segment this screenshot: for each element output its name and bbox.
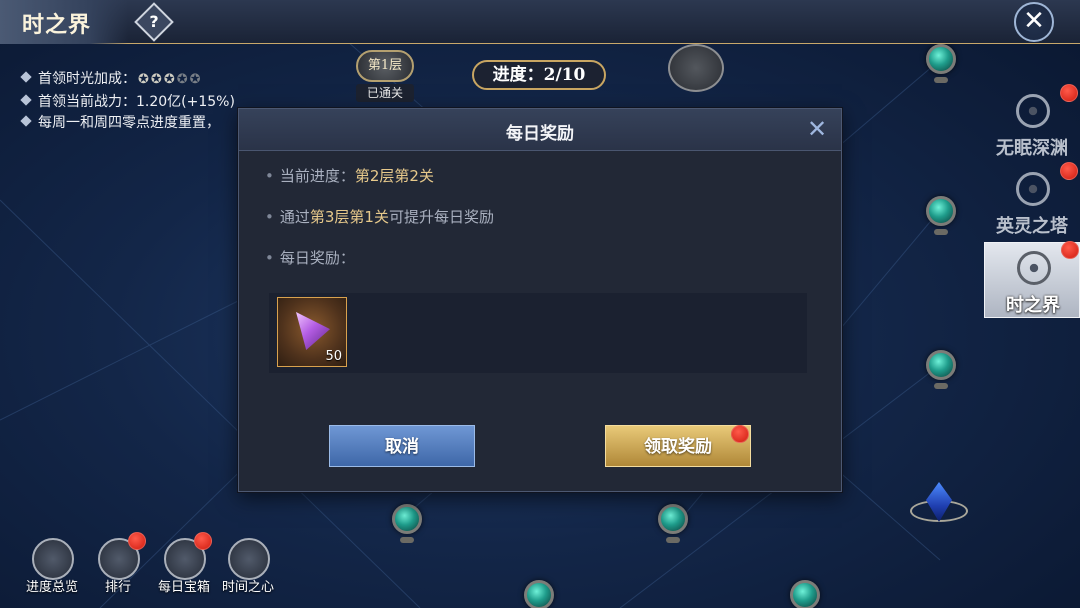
map-node[interactable]: [926, 196, 956, 235]
star-icon: ✪: [163, 72, 175, 87]
spiral-icon: [1017, 251, 1051, 285]
scroll-icon: [32, 538, 74, 580]
progress-indicator: 进度：2/10: [472, 60, 606, 90]
daily-reward-dialog: 每日奖励 ✕ • 当前进度：第2层第2关 • 通过第3层第1关可提升每日奖励 • 每日…: [238, 108, 842, 492]
tab-hero-spirit-tower[interactable]: 英灵之塔: [984, 162, 1080, 240]
star-rating: ✪ ✪ ✪ ✪ ✪: [136, 71, 201, 87]
bullet-icon: •: [265, 208, 274, 226]
cancel-button[interactable]: 取消: [329, 425, 475, 467]
boss-time-bonus: 首领时光加成： ✪ ✪ ✪ ✪ ✪: [20, 68, 201, 88]
daily-reward-label-line: • 每日奖励：: [265, 247, 355, 268]
star-icon: ✪: [138, 72, 149, 87]
boss-power: 首领当前战力：1.20亿(+15%): [20, 91, 235, 111]
map-node[interactable]: [524, 580, 554, 608]
map-node[interactable]: [392, 504, 422, 543]
star-icon: ✪: [150, 72, 162, 87]
tip-prefix: 通过: [279, 208, 310, 226]
dialog-header: 每日奖励 ✕: [239, 109, 841, 151]
reset-notice-text: 每周一和周四零点进度重置，: [38, 115, 220, 131]
close-icon[interactable]: ✕: [1014, 2, 1054, 42]
star-icon: ✪: [189, 72, 201, 87]
reward-item-count: 50: [325, 349, 342, 364]
tab-label: 无眠深渊: [996, 138, 1068, 159]
bullet-icon: [20, 94, 32, 106]
boss-time-bonus-label: 首领时光加成：: [38, 71, 136, 87]
notification-dot: [1061, 241, 1079, 259]
ranking-button[interactable]: 排行: [86, 530, 150, 600]
daily-reward-label: 每日奖励：: [279, 249, 355, 267]
current-progress-label: 当前进度：: [279, 167, 355, 185]
button-label: 排行: [104, 580, 131, 595]
map-node[interactable]: [790, 580, 820, 608]
bullet-icon: •: [265, 167, 274, 185]
tip-target: 第3层第1关: [309, 208, 389, 226]
tab-sleepless-abyss[interactable]: 无眠深渊: [984, 84, 1080, 162]
dialog-close-icon[interactable]: ✕: [803, 117, 831, 143]
claim-reward-button[interactable]: 领取奖励: [605, 425, 751, 467]
top-bar: 时之界 ? ✕: [0, 0, 1080, 44]
current-progress-line: • 当前进度：第2层第2关: [265, 165, 434, 186]
help-icon[interactable]: ?: [134, 2, 174, 42]
daily-chest-button[interactable]: 每日宝箱: [152, 530, 216, 600]
layer-node[interactable]: [668, 44, 724, 92]
map-node[interactable]: [926, 350, 956, 389]
time-heart-button[interactable]: 时间之心: [216, 530, 280, 600]
notification-dot: [194, 532, 212, 550]
tip-suffix: 可提升每日奖励: [388, 208, 494, 226]
reset-notice: 每周一和周四零点进度重置，: [20, 112, 220, 132]
upgrade-tip-line: • 通过第3层第1关可提升每日奖励: [265, 206, 494, 227]
current-progress-value: 第2层第2关: [354, 167, 434, 185]
clock-gear-icon: [228, 538, 270, 580]
page-title: 时之界: [22, 12, 92, 38]
bullet-icon: [20, 71, 32, 83]
cleared-label: 已通关: [356, 84, 414, 102]
map-node[interactable]: [926, 44, 956, 83]
progress-overview-button[interactable]: 进度总览: [20, 530, 84, 600]
reward-item-slot[interactable]: 50: [277, 297, 347, 367]
boss-power-text: 首领当前战力：1.20亿(+15%): [38, 94, 235, 110]
bullet-icon: •: [265, 249, 274, 267]
button-label: 进度总览: [25, 580, 78, 595]
notification-dot: [1060, 84, 1078, 102]
button-label: 时间之心: [221, 580, 274, 595]
notification-dot: [1060, 162, 1078, 180]
notification-dot: [731, 425, 749, 443]
purple-gem-icon: [296, 312, 330, 350]
reward-panel: [269, 293, 807, 373]
layer-badge[interactable]: 第1层: [356, 50, 414, 82]
bullet-icon: [20, 115, 32, 127]
dialog-title: 每日奖励: [506, 124, 574, 144]
tab-time-realm[interactable]: 时之界: [984, 241, 1080, 318]
star-icon: ✪: [176, 72, 188, 87]
tab-label: 时之界: [1006, 295, 1060, 316]
notification-dot: [128, 532, 146, 550]
map-node[interactable]: [658, 504, 688, 543]
tab-label: 英灵之塔: [996, 216, 1068, 237]
tower-icon: [1016, 172, 1050, 206]
spiral-icon: [1016, 94, 1050, 128]
